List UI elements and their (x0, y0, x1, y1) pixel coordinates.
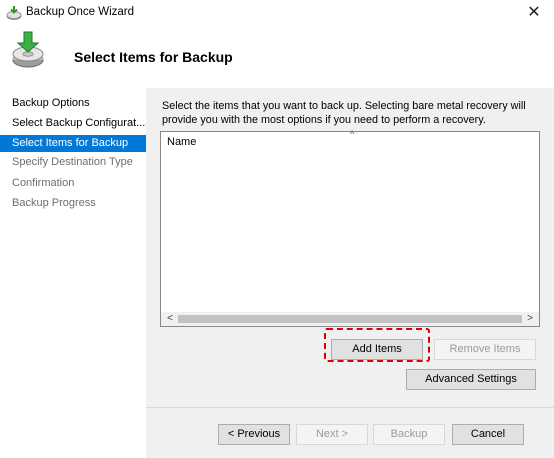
next-button[interactable]: Next > (296, 424, 368, 445)
wizard-content: Select the items that you want to back u… (146, 88, 554, 458)
instructions-text: Select the items that you want to back u… (162, 100, 526, 126)
title-bar: Backup Once Wizard ✕ (0, 0, 554, 26)
scrollbar-thumb[interactable] (178, 315, 522, 323)
sidebar-item-backup-options[interactable]: Backup Options (0, 95, 146, 112)
close-button[interactable]: ✕ (514, 0, 554, 26)
wizard-header: Select Items for Backup (0, 26, 554, 88)
window-title: Backup Once Wizard (26, 6, 135, 18)
sort-caret-icon: ^ (350, 129, 355, 139)
page-title: Select Items for Backup (74, 49, 233, 65)
previous-button[interactable]: < Previous (218, 424, 290, 445)
backup-drive-arrow-icon (12, 31, 44, 68)
footer-divider (146, 407, 554, 408)
sidebar-item-select-backup-configuration[interactable]: Select Backup Configurat... (0, 115, 146, 132)
sidebar-item-select-items-for-backup[interactable]: Select Items for Backup (0, 135, 146, 152)
sidebar-item-confirmation: Confirmation (12, 177, 75, 189)
sidebar-item-backup-progress: Backup Progress (12, 197, 96, 209)
remove-items-button[interactable]: Remove Items (434, 339, 536, 360)
scroll-right-icon[interactable]: > (523, 312, 537, 326)
column-header-name[interactable]: Name (167, 136, 196, 148)
add-items-button[interactable]: Add Items (331, 339, 423, 360)
close-icon: ✕ (527, 4, 541, 21)
wizard-steps-sidebar: Backup Options Select Backup Configurat.… (0, 88, 146, 458)
horizontal-scrollbar[interactable]: < > (161, 312, 539, 326)
advanced-settings-button[interactable]: Advanced Settings (406, 369, 536, 390)
backup-button[interactable]: Backup (373, 424, 445, 445)
backup-items-list[interactable]: ^ Name < > (160, 129, 540, 327)
backup-disk-icon (6, 6, 22, 20)
scroll-left-icon[interactable]: < (163, 312, 177, 326)
sidebar-item-specify-destination-type: Specify Destination Type (12, 156, 133, 168)
cancel-button[interactable]: Cancel (452, 424, 524, 445)
